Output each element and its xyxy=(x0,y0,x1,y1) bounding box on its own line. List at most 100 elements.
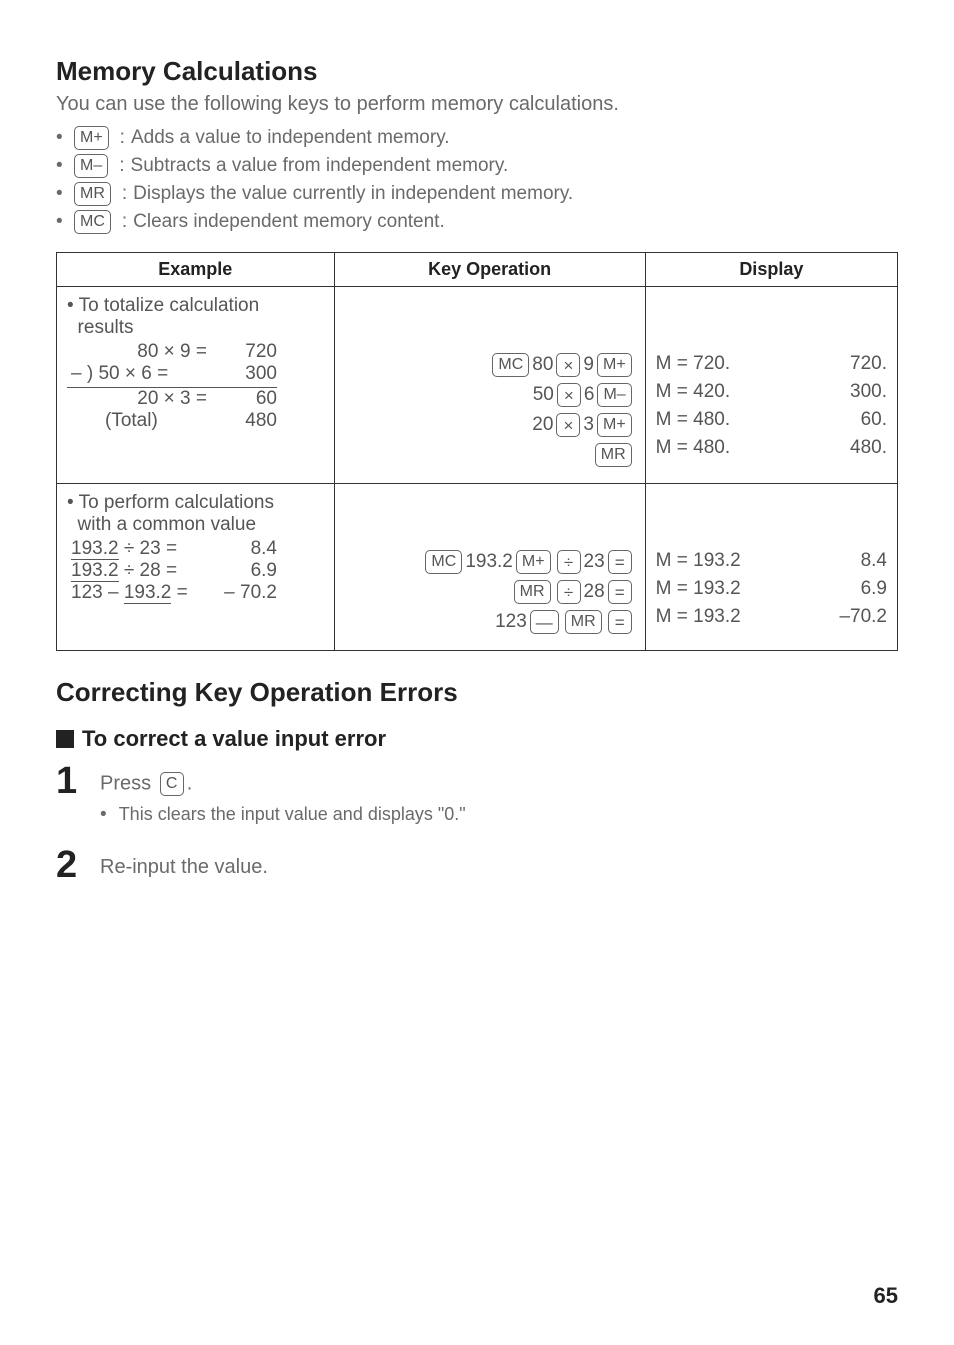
t: Press xyxy=(100,772,157,794)
key-minus: — xyxy=(530,610,559,634)
colon: : xyxy=(122,183,127,205)
disp-l: M = 193.2 xyxy=(656,578,741,600)
bullet: • xyxy=(100,804,114,826)
key-mminus: M– xyxy=(74,154,108,178)
key-desc: Subtracts a value from independent memor… xyxy=(131,155,509,177)
example-cell: • To totalize calculation results 80 × 9… xyxy=(57,287,335,484)
display-cell: M = 720. 720. M = 420. 300. M = 480. 60. M … xyxy=(645,287,897,484)
expr: (Total) xyxy=(67,410,207,432)
key-mplus: M+ xyxy=(74,126,109,150)
step-1: 1 Press C. xyxy=(56,762,898,800)
res: 480 xyxy=(207,410,277,432)
key-description-list: • M+ : Adds a value to independent memor… xyxy=(56,126,898,234)
subsection-title: To correct a value input error xyxy=(56,726,898,752)
keyop-cell: MC 80 × 9 M+ 50 × 6 M– 20 × 3 M+ xyxy=(334,287,645,484)
table-row: • To totalize calculation results 80 × 9… xyxy=(57,287,898,484)
step-number: 2 xyxy=(56,846,100,884)
black-square-icon xyxy=(56,730,74,748)
num: 6 xyxy=(584,384,595,406)
step-1-sub: • This clears the input value and displa… xyxy=(100,804,898,826)
expr: 193.2 ÷ 23 = xyxy=(67,538,207,560)
disp-l: M = 720. xyxy=(656,353,730,375)
num: 50 xyxy=(533,384,554,406)
res: – 70.2 xyxy=(207,582,277,604)
disp-l: M = 193.2 xyxy=(656,606,741,628)
th-display: Display xyxy=(645,253,897,287)
key-desc: Displays the value currently in independ… xyxy=(133,183,573,205)
disp-l: M = 420. xyxy=(656,381,730,403)
res: 60 xyxy=(207,388,277,410)
key-mminus: M– xyxy=(597,383,631,407)
disp-r: 300. xyxy=(850,381,887,403)
disp-r: 720. xyxy=(850,353,887,375)
disp-l: M = 480. xyxy=(656,409,730,431)
example-label: • To perform calculations with a common … xyxy=(67,492,324,536)
res: 300 xyxy=(207,363,277,385)
intro-text: You can use the following keys to perfor… xyxy=(56,93,898,116)
colon: : xyxy=(122,211,127,233)
bullet: • xyxy=(56,155,71,177)
key-mplus: M+ xyxy=(516,550,551,574)
disp-r: 60. xyxy=(861,409,887,431)
section-title-memory: Memory Calculations xyxy=(56,56,898,87)
res: 6.9 xyxy=(207,560,277,582)
key-mc: MC xyxy=(74,210,111,234)
key-times: × xyxy=(557,383,581,407)
key-divide: ÷ xyxy=(557,580,581,604)
memory-calc-table: Example Key Operation Display • To total… xyxy=(56,252,898,651)
list-item: • M– : Subtracts a value from independen… xyxy=(56,154,898,178)
step-text: Re-input the value. xyxy=(100,846,268,879)
list-item: • M+ : Adds a value to independent memor… xyxy=(56,126,898,150)
key-times: × xyxy=(556,353,580,377)
bullet: • xyxy=(56,211,71,233)
expr: 123 – 193.2 = xyxy=(67,582,207,604)
section-title-correcting: Correcting Key Operation Errors xyxy=(56,677,898,708)
example-label: • To totalize calculation results xyxy=(67,295,324,339)
expr: 193.2 ÷ 28 = xyxy=(67,560,207,582)
page-number: 65 xyxy=(874,1283,898,1309)
subsection-text: To correct a value input error xyxy=(82,726,386,752)
num: 9 xyxy=(583,354,594,376)
key-times: × xyxy=(556,413,580,437)
expr: – ) 50 × 6 = xyxy=(67,363,207,385)
res: 8.4 xyxy=(207,538,277,560)
disp-l: M = 480. xyxy=(656,437,730,459)
key-equals: = xyxy=(608,550,632,574)
disp-l: M = 193.2 xyxy=(656,550,741,572)
table-row: • To perform calculations with a common … xyxy=(57,484,898,651)
disp-r: 6.9 xyxy=(861,578,887,600)
num: 20 xyxy=(532,414,553,436)
num: 23 xyxy=(584,551,605,573)
num: 3 xyxy=(583,414,594,436)
key-equals: = xyxy=(608,610,632,634)
display-cell: M = 193.2 8.4 M = 193.2 6.9 M = 193.2 –70.2 xyxy=(645,484,897,651)
step-text: Press C. xyxy=(100,762,192,796)
key-mc: MC xyxy=(492,353,529,377)
colon: : xyxy=(120,127,125,149)
num: 80 xyxy=(532,354,553,376)
disp-r: 8.4 xyxy=(861,550,887,572)
step-sub-text: This clears the input value and displays… xyxy=(119,804,466,824)
th-keyop: Key Operation xyxy=(334,253,645,287)
key-divide: ÷ xyxy=(557,550,581,574)
disp-r: –70.2 xyxy=(839,606,887,628)
expr: 20 × 3 = xyxy=(67,388,207,410)
th-example: Example xyxy=(57,253,335,287)
res: 720 xyxy=(207,341,277,363)
key-mplus: M+ xyxy=(597,353,632,377)
key-mplus: M+ xyxy=(597,413,632,437)
list-item: • MC : Clears independent memory content… xyxy=(56,210,898,234)
num: 123 xyxy=(495,611,527,633)
key-equals: = xyxy=(608,580,632,604)
key-desc: Clears independent memory content. xyxy=(133,211,445,233)
key-desc: Adds a value to independent memory. xyxy=(131,127,450,149)
key-mc: MC xyxy=(425,550,462,574)
bullet: • xyxy=(56,183,71,205)
step-number: 1 xyxy=(56,762,100,800)
disp-r: 480. xyxy=(850,437,887,459)
colon: : xyxy=(119,155,124,177)
key-mr: MR xyxy=(74,182,111,206)
list-item: • MR : Displays the value currently in i… xyxy=(56,182,898,206)
num: 193.2 xyxy=(465,551,513,573)
expr: 80 × 9 = xyxy=(67,341,207,363)
